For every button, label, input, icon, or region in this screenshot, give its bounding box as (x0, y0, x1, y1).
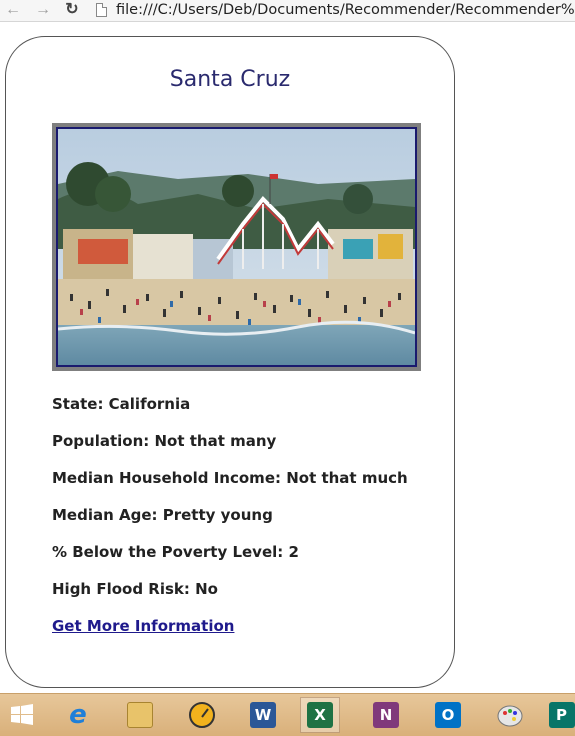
poverty-text: % Below the Poverty Level: 2 (52, 543, 299, 561)
forward-arrow-icon[interactable]: → (34, 1, 52, 19)
city-title: Santa Cruz (169, 67, 291, 92)
internet-explorer-icon: e (69, 700, 87, 730)
publisher-icon: P (548, 702, 575, 728)
word-icon: W (250, 702, 276, 728)
excel-icon: X (307, 702, 333, 728)
beach-boardwalk-image (58, 129, 415, 365)
windows-logo-icon (11, 704, 33, 725)
outlook-button[interactable]: O (428, 697, 468, 733)
start-button[interactable] (2, 697, 42, 733)
internet-explorer-button[interactable]: e (58, 697, 98, 733)
more-info-link[interactable]: Get More Information (52, 617, 234, 635)
excel-button[interactable]: X (300, 697, 340, 733)
city-photo-frame (52, 123, 421, 371)
speedometer-app-button[interactable] (182, 697, 222, 733)
word-button[interactable]: W (243, 697, 283, 733)
outlook-icon: O (435, 702, 461, 728)
flood-risk-text: High Flood Risk: No (52, 580, 218, 598)
paint-palette-icon (497, 705, 523, 727)
city-photo (56, 127, 417, 367)
speedometer-icon (189, 702, 215, 728)
publisher-button[interactable]: P (548, 697, 575, 733)
reload-icon[interactable]: ↻ (63, 1, 81, 19)
population-text: Population: Not that many (52, 432, 277, 450)
state-text: State: California (52, 395, 191, 413)
back-arrow-icon[interactable]: ← (4, 1, 22, 19)
file-explorer-button[interactable] (120, 697, 160, 733)
age-text: Median Age: Pretty young (52, 506, 273, 524)
address-text[interactable]: file:///C:/Users/Deb/Documents/Recommend… (116, 0, 575, 21)
folder-icon (127, 702, 153, 728)
windows-taskbar: e W X N O P (0, 693, 575, 736)
paint-button[interactable] (490, 697, 530, 733)
address-bar[interactable]: file:///C:/Users/Deb/Documents/Recommend… (92, 0, 575, 21)
city-card: Santa Cruz State: California Population:… (5, 36, 455, 688)
income-text: Median Household Income: Not that much (52, 469, 408, 487)
onenote-button[interactable]: N (366, 697, 406, 733)
onenote-icon: N (373, 702, 399, 728)
browser-toolbar: ← → ↻ file:///C:/Users/Deb/Documents/Rec… (0, 0, 575, 22)
